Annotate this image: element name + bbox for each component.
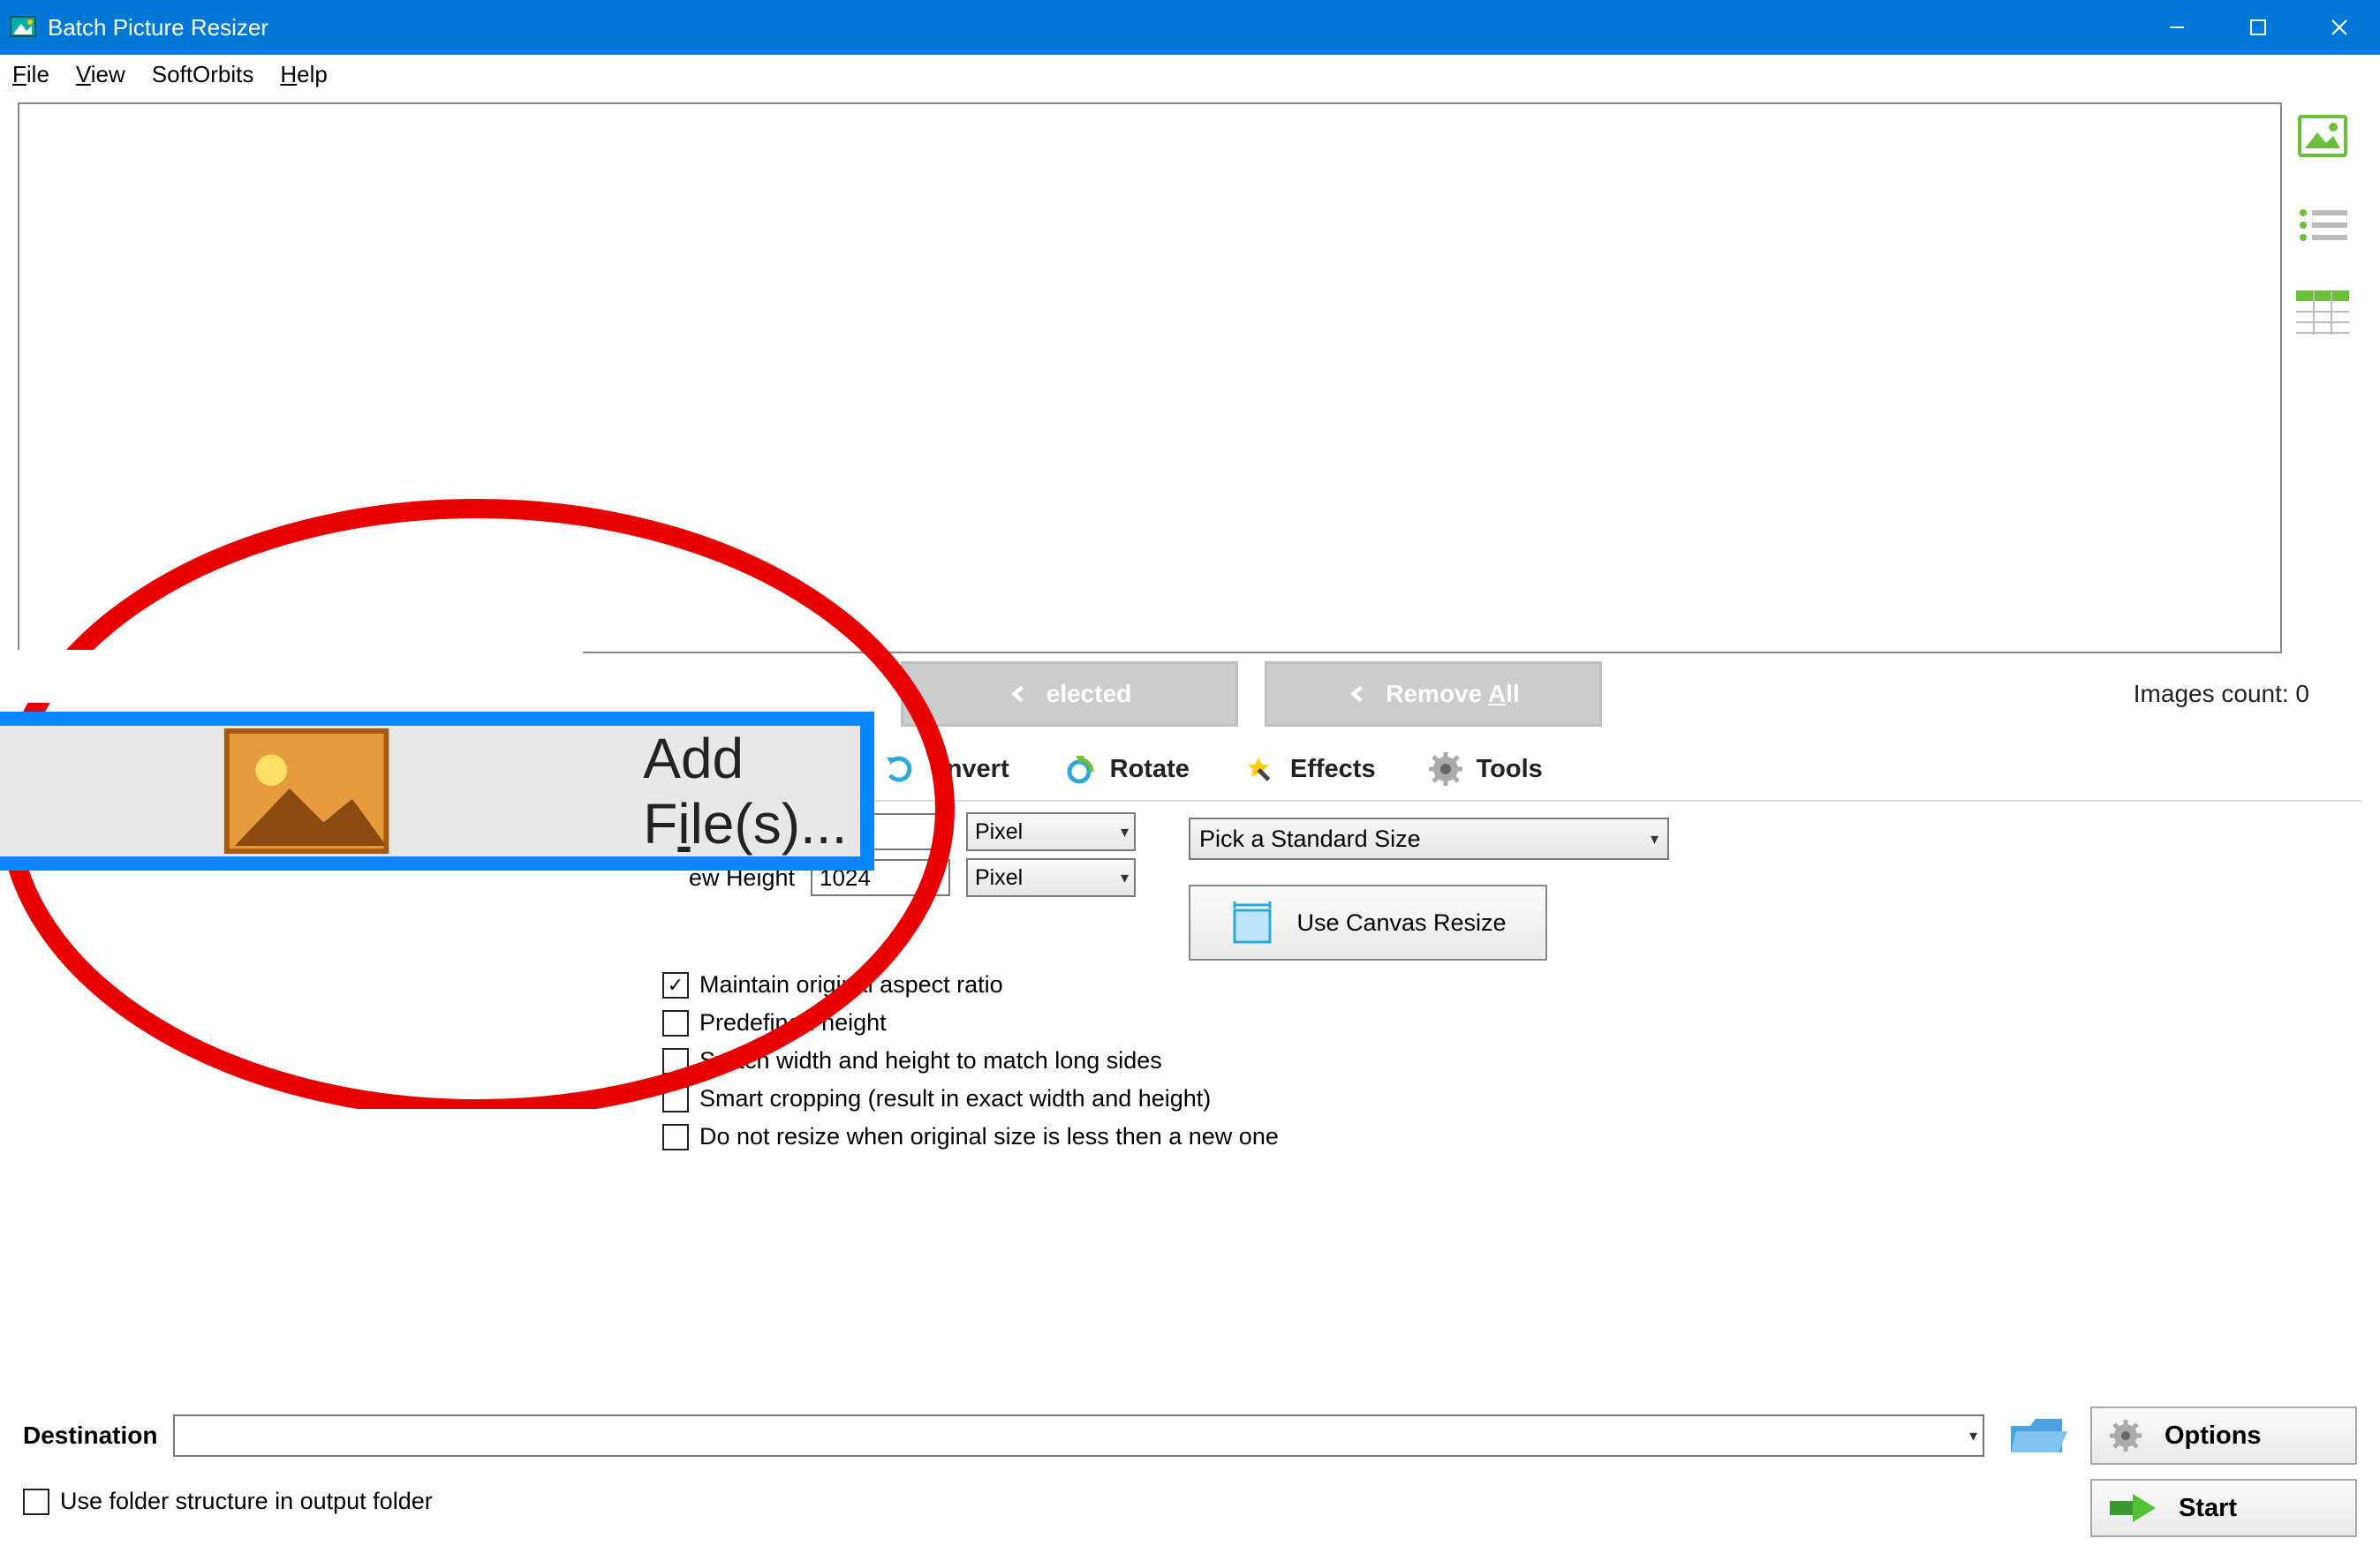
destination-label: Destination [23, 1422, 157, 1450]
tab-effects-label: Effects [1290, 755, 1376, 784]
new-height-label: ew Height [636, 864, 795, 892]
chk-predefined-height[interactable]: Predefined height [662, 1009, 2362, 1037]
remove-all-button: Remove All [1265, 661, 1602, 727]
maximize-button[interactable] [2218, 0, 2299, 55]
chk-smart-cropping[interactable]: Smart cropping (result in exact width an… [662, 1085, 2362, 1112]
chk-switch-wh-label: Switch width and height to match long si… [699, 1047, 1162, 1075]
remove-all-label: Remove All [1386, 680, 1519, 708]
window-controls [2136, 0, 2380, 55]
chk-switch-wh[interactable]: Switch width and height to match long si… [662, 1047, 2362, 1075]
images-count-label: Images count: 0 [2134, 680, 2309, 708]
resize-panel: Pixel ▾ ew Height Pixel ▾ Pick a Standar… [18, 802, 2362, 1150]
remove-selected-button: elected [901, 661, 1238, 727]
use-canvas-resize-label: Use Canvas Resize [1296, 909, 1506, 937]
rotate-icon [1062, 752, 1096, 786]
new-width-input[interactable] [811, 813, 950, 850]
folder-open-icon [2007, 1414, 2067, 1458]
menu-file[interactable]: File [12, 61, 49, 88]
bottom-bar: Destination ▾ Options Use folder structu… [0, 1406, 2380, 1546]
checkbox-empty-icon [23, 1489, 49, 1515]
options-button[interactable]: Options [2090, 1406, 2357, 1465]
menu-softorbits[interactable]: SoftOrbits [152, 61, 254, 88]
new-height-input[interactable] [811, 859, 950, 896]
tools-icon [1429, 752, 1462, 786]
thumbnail-view-icon[interactable] [2293, 106, 2353, 166]
tabs: onvert Rotate Effects Tools [18, 738, 2362, 802]
checkbox-empty-icon [662, 1010, 689, 1037]
width-unit-select[interactable]: Pixel ▾ [966, 812, 1136, 851]
standard-size-label: Pick a Standard Size [1199, 826, 1421, 853]
width-unit-label: Pixel [975, 819, 1023, 845]
checkbox-empty-icon [662, 1086, 689, 1112]
minimize-button[interactable] [2136, 0, 2218, 55]
app-icon [9, 13, 37, 41]
start-label: Start [2179, 1494, 2237, 1523]
chk-aspect-ratio-label: Maintain original aspect ratio [699, 971, 1003, 999]
menu-view[interactable]: View [76, 61, 125, 88]
tab-convert[interactable]: onvert [865, 739, 1027, 799]
titlebar: Batch Picture Resizer [0, 0, 2380, 55]
chevron-down-icon: ▾ [1121, 823, 1129, 841]
height-unit-select[interactable]: Pixel ▾ [966, 858, 1136, 897]
close-button[interactable] [2299, 0, 2380, 55]
details-view-icon[interactable] [2293, 283, 2353, 343]
menu-help[interactable]: Help [280, 61, 327, 88]
action-row: elected Remove All Images count: 0 [18, 659, 2362, 729]
chk-predefined-height-label: Predefined height [699, 1009, 887, 1037]
image-list-area[interactable] [18, 102, 2282, 653]
chevron-down-icon: ▾ [1651, 830, 1658, 848]
convert-icon [883, 752, 917, 786]
checkbox-checked-icon: ✓ [662, 972, 689, 999]
chevron-down-icon: ▾ [1121, 869, 1129, 887]
checkbox-empty-icon [662, 1124, 689, 1150]
chk-use-folder-structure-label: Use folder structure in output folder [60, 1488, 433, 1515]
tab-rotate[interactable]: Rotate [1045, 739, 1207, 799]
tab-rotate-label: Rotate [1110, 755, 1190, 784]
chevron-down-icon: ▾ [1969, 1427, 1977, 1445]
options-label: Options [2165, 1422, 2262, 1451]
list-view-icon[interactable] [2293, 194, 2353, 254]
window-title: Batch Picture Resizer [48, 14, 268, 41]
gear-icon [2108, 1418, 2143, 1453]
chk-aspect-ratio[interactable]: ✓ Maintain original aspect ratio [662, 971, 2362, 999]
browse-folder-button[interactable] [2000, 1411, 2074, 1460]
menubar: File View SoftOrbits Help [0, 55, 2380, 94]
height-unit-label: Pixel [975, 865, 1023, 891]
chk-no-resize-smaller[interactable]: Do not resize when original size is less… [662, 1123, 2362, 1150]
chk-no-resize-smaller-label: Do not resize when original size is less… [699, 1123, 1279, 1150]
play-arrow-icon [2108, 1490, 2157, 1526]
effects-icon [1243, 752, 1276, 786]
start-button[interactable]: Start [2090, 1479, 2357, 1537]
tab-tools[interactable]: Tools [1411, 739, 1560, 799]
checkbox-empty-icon [662, 1048, 689, 1075]
chk-use-folder-structure[interactable]: Use folder structure in output folder [23, 1488, 433, 1515]
tab-tools-label: Tools [1477, 755, 1543, 784]
content: elected Remove All Images count: 0 onver… [0, 94, 2380, 1150]
tab-convert-label: onvert [931, 755, 1009, 784]
destination-input[interactable]: ▾ [173, 1414, 1984, 1457]
view-toggle-toolbar [2293, 102, 2359, 653]
standard-size-select[interactable]: Pick a Standard Size ▾ [1189, 818, 1669, 860]
tab-effects[interactable]: Effects [1225, 739, 1394, 799]
use-canvas-resize-button[interactable]: Use Canvas Resize [1189, 885, 1547, 961]
remove-selected-label: elected [1046, 680, 1132, 708]
chk-smart-cropping-label: Smart cropping (result in exact width an… [699, 1085, 1211, 1112]
canvas-resize-icon [1229, 900, 1275, 946]
